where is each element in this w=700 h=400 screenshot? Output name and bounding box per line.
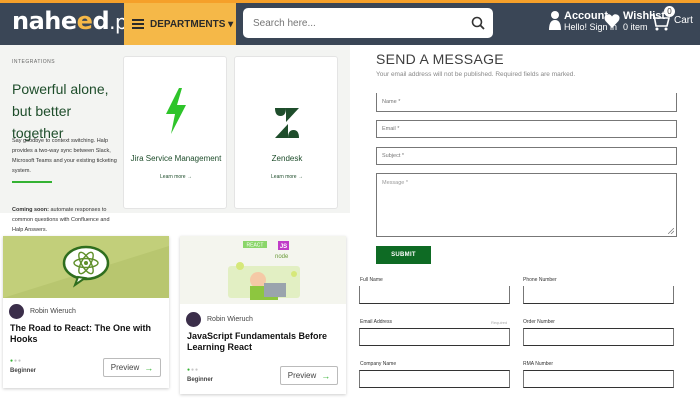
subject-field[interactable]: [376, 147, 677, 165]
search-input[interactable]: [243, 8, 453, 38]
email-label: Email Address: [360, 319, 392, 325]
svg-text:JS: JS: [280, 244, 287, 250]
svg-text:REACT: REACT: [247, 243, 264, 249]
company-label: Company Name: [360, 361, 397, 367]
course-title[interactable]: The Road to React: The One with Hooks: [10, 323, 162, 345]
header-accent-line: [0, 0, 700, 3]
cart-link[interactable]: 0 Cart: [650, 6, 693, 32]
cart-label: Cart: [674, 14, 693, 26]
search-icon[interactable]: [471, 16, 485, 30]
zendesk-icon: [275, 108, 299, 138]
rma-input[interactable]: [523, 370, 674, 388]
integration-label: Jira Service Management: [130, 154, 222, 163]
difficulty-dots: ●●●: [187, 367, 200, 373]
required-tag: Required: [491, 320, 508, 325]
company-input[interactable]: [359, 370, 510, 388]
learn-more-link[interactable]: Learn more →: [124, 174, 228, 180]
avatar: [186, 312, 201, 327]
avatar: [9, 304, 24, 319]
site-logo[interactable]: naheed.pk: [12, 7, 139, 35]
wishlist-count: 0 item: [623, 22, 648, 32]
order-number-label: Order Number: [523, 319, 555, 325]
coming-soon-note: Coming soon: automate responses to commo…: [12, 207, 110, 233]
arrow-right-icon: →: [144, 362, 154, 373]
course-author: Robin Wieruch: [186, 312, 253, 327]
integration-card-zendesk[interactable]: Zendesk Learn more →: [234, 56, 338, 209]
email-address-input[interactable]: [359, 328, 510, 346]
divider: [12, 181, 52, 183]
course-level: Beginner: [187, 377, 214, 383]
jira-bolt-icon: [166, 88, 186, 134]
course-title[interactable]: JavaScript Fundamentals Before Learning …: [187, 331, 339, 353]
course-author: Robin Wieruch: [9, 304, 76, 319]
email-field[interactable]: [376, 120, 677, 138]
svg-text:node: node: [275, 254, 289, 260]
integrations-section: INTEGRATIONS Powerful alone, but better …: [0, 45, 350, 233]
integration-label: Zendesk: [271, 154, 303, 163]
heart-icon: [604, 14, 620, 28]
course-card[interactable]: REACT JS node Robin Wieruch JavaScript F…: [180, 236, 346, 394]
section-eyebrow: INTEGRATIONS: [12, 59, 56, 65]
user-icon: [549, 11, 561, 30]
preview-button[interactable]: Preview →: [103, 358, 161, 377]
integration-card-jira[interactable]: Jira Service Management Learn more →: [123, 56, 227, 209]
phone-label: Phone Number: [523, 277, 557, 283]
name-field[interactable]: [376, 93, 677, 112]
phone-input[interactable]: [523, 286, 674, 304]
arrow-right-icon: →: [321, 370, 331, 381]
form-title: SEND A MESSAGE: [376, 51, 504, 67]
departments-button[interactable]: DEPARTMENTS ▾: [124, 3, 236, 45]
resize-handle-icon[interactable]: [668, 228, 674, 234]
rma-label: RMA Number: [523, 361, 554, 367]
message-field[interactable]: Message *: [376, 173, 677, 237]
full-name-input[interactable]: [359, 286, 510, 304]
form-note: Your email address will not be published…: [376, 71, 576, 78]
full-name-label: Full Name: [360, 277, 383, 283]
departments-label: DEPARTMENTS ▾: [150, 18, 234, 30]
cart-count-badge: 0: [664, 6, 675, 17]
course-level: Beginner: [10, 368, 37, 374]
section-description: Say goodbye to context switching. Halp p…: [12, 138, 117, 174]
order-number-input[interactable]: [523, 328, 674, 346]
submit-button[interactable]: SUBMIT: [376, 246, 431, 264]
search-bar: [243, 8, 493, 38]
course-thumbnail: [3, 236, 169, 298]
course-card[interactable]: Robin Wieruch The Road to React: The One…: [3, 236, 169, 388]
difficulty-dots: ●●●: [10, 358, 23, 364]
menu-icon: [132, 17, 144, 31]
preview-button[interactable]: Preview →: [280, 366, 338, 385]
tech-badges: REACT JS node: [243, 241, 289, 260]
learn-more-link[interactable]: Learn more →: [235, 174, 339, 180]
message-placeholder: Message *: [382, 180, 408, 186]
section-heading: Powerful alone, but better together: [12, 81, 109, 141]
